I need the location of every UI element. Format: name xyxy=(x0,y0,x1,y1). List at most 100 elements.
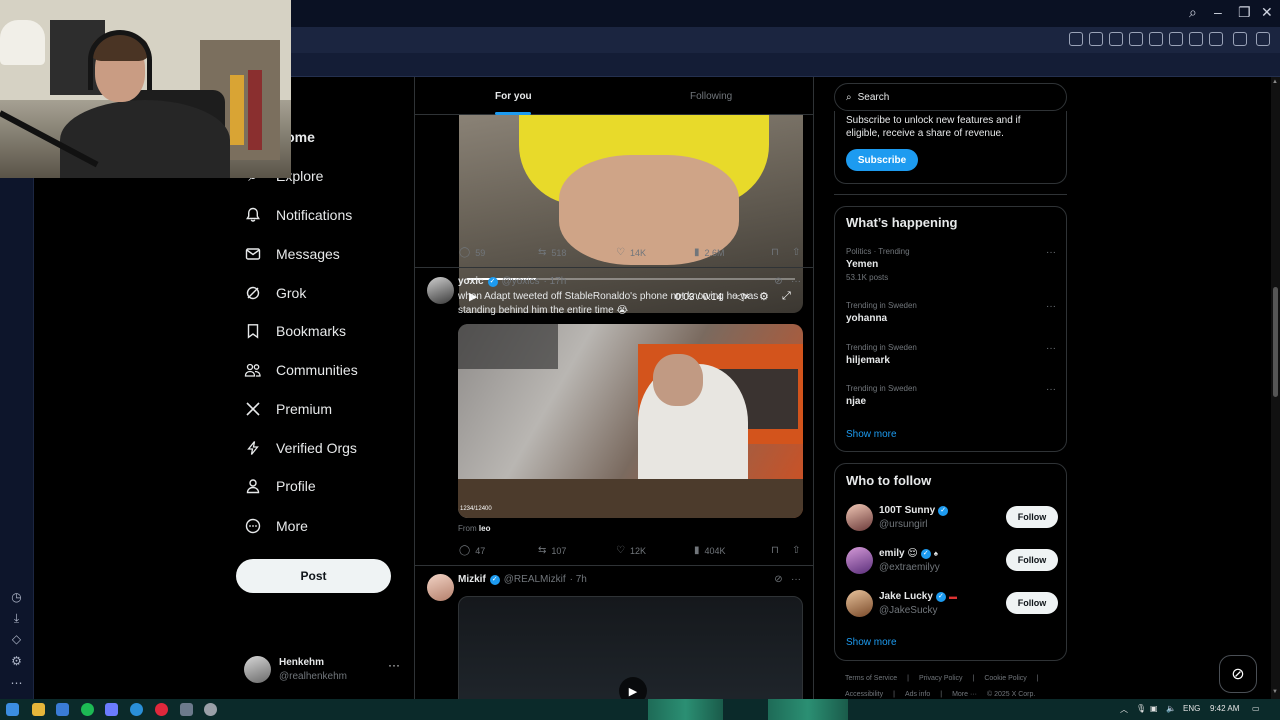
download-icon[interactable]: ⤓ xyxy=(10,612,23,625)
views-button[interactable]: ▮ 2.6M xyxy=(694,247,725,258)
follow-suggestion[interactable]: Jake Lucky ✓ ▬ @JakeSucky Follow xyxy=(846,590,1058,620)
language-indicator[interactable]: ENG xyxy=(1183,704,1200,713)
mail-icon[interactable] xyxy=(56,703,69,716)
play-icon[interactable] xyxy=(1149,32,1163,46)
obs-icon[interactable] xyxy=(204,703,217,716)
post-author-handle[interactable]: @yoxics xyxy=(502,276,540,287)
restore-icon[interactable]: ❐ xyxy=(1238,4,1251,21)
network-icon[interactable]: ▣ xyxy=(1150,704,1158,713)
post-time[interactable]: · 17h xyxy=(544,276,567,287)
search-icon[interactable]: ⌕ xyxy=(1189,4,1197,21)
post-author-handle[interactable]: @REALMizkif xyxy=(504,574,566,585)
repost-button[interactable]: ⇆ 518 xyxy=(538,247,566,258)
extension-icon[interactable] xyxy=(1256,32,1270,46)
privacy-link[interactable]: Privacy Policy xyxy=(919,675,963,682)
reply-button[interactable]: ◯ 47 xyxy=(459,545,485,556)
bookmark-button[interactable]: ⊓ xyxy=(771,545,779,556)
search-input[interactable]: ⌕ Search xyxy=(834,83,1067,111)
more-icon[interactable]: ··· xyxy=(1046,384,1056,395)
account-switcher[interactable]: Henkehm @realhenkehm ··· xyxy=(244,655,404,687)
show-more-link[interactable]: Show more xyxy=(846,637,897,648)
grok-icon[interactable]: ⊘ xyxy=(774,574,782,585)
history-icon[interactable]: ◷ xyxy=(10,591,23,604)
post-author-name[interactable]: Mizkif xyxy=(458,574,486,585)
more-icon[interactable]: ⋯ xyxy=(10,677,23,690)
page-scrollbar[interactable]: ▲ ▼ xyxy=(1271,77,1280,699)
follow-suggestion[interactable]: emily 😌 ✓ ♠ @extraemilyy Follow xyxy=(846,547,1058,577)
post-media-video[interactable]: ▶ xyxy=(458,596,803,699)
repost-button[interactable]: ⇆ 107 xyxy=(538,545,566,556)
windows-start-icon[interactable] xyxy=(6,703,19,716)
nav-messages[interactable]: Messages xyxy=(244,240,340,268)
edge-icon[interactable] xyxy=(130,703,143,716)
post-button[interactable]: Post xyxy=(236,559,391,593)
like-button[interactable]: ♡ 14K xyxy=(616,247,646,258)
more-icon[interactable]: ··· xyxy=(1046,301,1056,312)
nav-communities[interactable]: Communities xyxy=(244,356,358,384)
tray-chevron-icon[interactable]: ︿ xyxy=(1120,704,1128,715)
scroll-down-icon[interactable]: ▼ xyxy=(1272,689,1278,695)
share-button[interactable]: ⇧ xyxy=(792,247,800,258)
box-icon[interactable]: ◇ xyxy=(10,633,23,646)
from-user[interactable]: leo xyxy=(479,524,491,533)
profile-icon[interactable] xyxy=(1233,32,1247,46)
nav-more[interactable]: More xyxy=(244,512,308,540)
scrollbar-thumb[interactable] xyxy=(1273,287,1278,397)
more-icon[interactable]: ··· xyxy=(1046,343,1056,354)
more-icon[interactable]: ··· xyxy=(1046,247,1056,258)
discord-icon[interactable] xyxy=(105,703,118,716)
terms-link[interactable]: Terms of Service xyxy=(845,675,897,682)
nav-premium[interactable]: Premium xyxy=(244,395,332,423)
more-icon[interactable]: ··· xyxy=(388,658,400,672)
close-icon[interactable]: ✕ xyxy=(1261,4,1273,21)
trend-item[interactable]: Trending in Sweden yohanna ··· xyxy=(846,301,1056,324)
more-link[interactable]: More ··· xyxy=(952,691,977,698)
scroll-up-icon[interactable]: ▲ xyxy=(1272,79,1278,85)
follow-suggestion[interactable]: 100T Sunny ✓ @ursungirl Follow xyxy=(846,504,1058,534)
follow-button[interactable]: Follow xyxy=(1006,549,1058,571)
download-icon[interactable] xyxy=(1189,32,1203,46)
nav-grok[interactable]: Grok xyxy=(244,279,306,307)
minimize-icon[interactable]: – xyxy=(1214,4,1222,20)
show-more-link[interactable]: Show more xyxy=(846,429,897,440)
vpn-icon[interactable] xyxy=(1129,32,1143,46)
play-icon[interactable]: ▶ xyxy=(619,677,647,699)
accessibility-link[interactable]: Accessibility xyxy=(845,691,883,698)
post-media-video[interactable]: 1234/12400 xyxy=(458,324,803,518)
gear-icon[interactable]: ⚙ xyxy=(10,655,23,668)
spotify-icon[interactable] xyxy=(81,703,94,716)
heart-icon[interactable] xyxy=(1169,32,1183,46)
edit-icon[interactable] xyxy=(1069,32,1083,46)
nav-profile[interactable]: Profile xyxy=(244,472,316,500)
nav-notifications[interactable]: Notifications xyxy=(244,201,352,229)
avatar[interactable] xyxy=(427,277,454,304)
nav-bookmarks[interactable]: Bookmarks xyxy=(244,317,346,345)
subscribe-button[interactable]: Subscribe xyxy=(846,149,918,171)
post-time[interactable]: · 7h xyxy=(570,574,587,585)
more-icon[interactable]: ··· xyxy=(791,276,801,287)
trend-item[interactable]: Trending in Sweden hiljemark ··· xyxy=(846,343,1056,366)
volume-icon[interactable]: 🔈 xyxy=(1166,704,1176,713)
tab-following[interactable]: Following xyxy=(690,91,732,102)
notifications-icon[interactable]: ▭ xyxy=(1252,704,1260,713)
grok-chat-button[interactable]: ⊘ xyxy=(1219,655,1257,693)
trend-item[interactable]: Trending in Sweden njae ··· xyxy=(846,384,1056,407)
clock[interactable]: 9:42 AM xyxy=(1210,704,1239,713)
share-button[interactable]: ⇧ xyxy=(792,545,800,556)
menu-icon[interactable] xyxy=(1209,32,1223,46)
post-author-name[interactable]: yoxic xyxy=(458,276,484,287)
shield-icon[interactable] xyxy=(1109,32,1123,46)
download-icon[interactable] xyxy=(180,703,193,716)
reply-button[interactable]: ◯ 59 xyxy=(459,247,485,258)
bookmark-button[interactable]: ⊓ xyxy=(771,247,779,258)
avatar[interactable] xyxy=(427,574,454,601)
ads-info-link[interactable]: Ads info xyxy=(905,691,930,698)
grok-icon[interactable]: ⊘ xyxy=(774,276,782,287)
camera-icon[interactable] xyxy=(1089,32,1103,46)
follow-button[interactable]: Follow xyxy=(1006,592,1058,614)
more-icon[interactable]: ··· xyxy=(791,574,801,585)
cookie-link[interactable]: Cookie Policy xyxy=(984,675,1026,682)
nav-verified-orgs[interactable]: Verified Orgs xyxy=(244,434,357,462)
follow-button[interactable]: Follow xyxy=(1006,506,1058,528)
views-button[interactable]: ▮ 404K xyxy=(694,545,726,556)
